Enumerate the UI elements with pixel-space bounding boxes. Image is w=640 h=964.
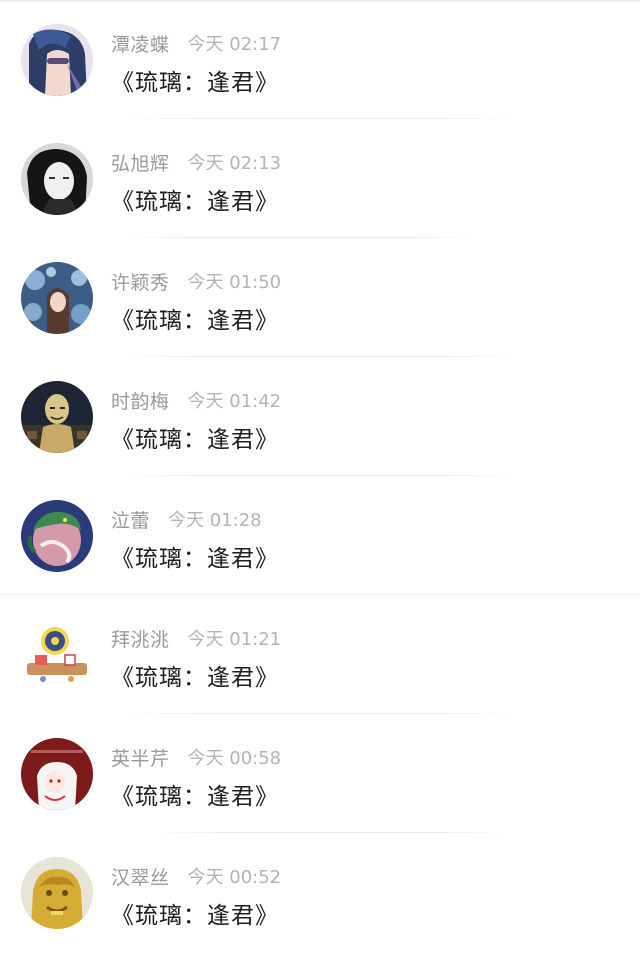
comment-text: 《琉璃：逢君》	[111, 308, 279, 334]
commenter-name[interactable]: 英半芹	[111, 744, 170, 771]
commenter-name[interactable]: 潭凌蝶	[111, 30, 170, 57]
commenter-name[interactable]: 汉翠丝	[111, 863, 170, 890]
comment-text: 《琉璃：逢君》	[111, 70, 279, 96]
comment-time: 今天 01:50	[187, 272, 282, 293]
comment-meta: 弘旭辉 今天 02:13	[111, 148, 281, 176]
anime-girl-glasses-avatar[interactable]	[21, 24, 93, 96]
comment-text: 《琉璃：逢君》	[111, 546, 279, 572]
comment-item[interactable]: 英半芹 今天 00:58 《琉璃：逢君》	[0, 714, 640, 833]
bw-girl-portrait-avatar[interactable]	[21, 143, 93, 215]
masked-man-avatar[interactable]	[21, 381, 93, 453]
commenter-name[interactable]: 拜洮洮	[111, 625, 170, 652]
comment-item[interactable]: 拜洮洮 今天 01:21 《琉璃：逢君》	[0, 595, 640, 714]
comment-time: 今天 00:58	[187, 748, 282, 769]
comment-meta: 汉翠丝 今天 00:52	[111, 862, 281, 890]
comment-item[interactable]: 潭凌蝶 今天 02:17 《琉璃：逢君》	[0, 0, 640, 119]
comment-meta: 潭凌蝶 今天 02:17	[111, 29, 281, 57]
comment-item[interactable]: 许颖秀 今天 01:50 《琉璃：逢君》	[0, 238, 640, 357]
comment-item[interactable]: 泣蕾 今天 01:28 《琉璃：逢君》	[0, 476, 640, 595]
comment-meta: 时韵梅 今天 01:42	[111, 386, 281, 414]
comment-time: 今天 02:13	[187, 153, 282, 174]
comment-text: 《琉璃：逢君》	[111, 427, 279, 453]
comment-meta: 拜洮洮 今天 01:21	[111, 624, 281, 652]
dragon-egg-avatar[interactable]	[21, 500, 93, 572]
comment-meta: 许颖秀 今天 01:50	[111, 267, 281, 295]
comment-meta: 英半芹 今天 00:58	[111, 743, 281, 771]
comment-item[interactable]: 时韵梅 今天 01:42 《琉璃：逢君》	[0, 357, 640, 476]
commenter-name[interactable]: 时韵梅	[111, 387, 170, 414]
comment-time: 今天 01:28	[168, 510, 262, 531]
commenter-name[interactable]: 弘旭辉	[111, 149, 170, 176]
golden-lion-statue-avatar[interactable]	[21, 857, 93, 929]
comment-text: 《琉璃：逢君》	[111, 903, 279, 929]
comment-meta: 泣蕾 今天 01:28	[111, 505, 262, 533]
comment-text: 《琉璃：逢君》	[111, 784, 279, 810]
commenter-name[interactable]: 许颖秀	[111, 268, 170, 295]
comment-text: 《琉璃：逢君》	[111, 189, 279, 215]
comment-time: 今天 02:17	[187, 34, 282, 55]
commenter-name[interactable]: 泣蕾	[111, 506, 150, 533]
red-anime-character-avatar[interactable]	[21, 738, 93, 810]
comment-time: 今天 00:52	[187, 867, 282, 888]
comment-time: 今天 01:42	[187, 391, 282, 412]
comment-time: 今天 01:21	[187, 629, 282, 650]
girl-bubbles-avatar[interactable]	[21, 262, 93, 334]
cartoon-desk-avatar[interactable]	[21, 619, 93, 691]
comment-item[interactable]: 弘旭辉 今天 02:13 《琉璃：逢君》	[0, 119, 640, 238]
comment-item[interactable]: 汉翠丝 今天 00:52 《琉璃：逢君》	[0, 833, 640, 952]
comment-text: 《琉璃：逢君》	[111, 665, 279, 691]
